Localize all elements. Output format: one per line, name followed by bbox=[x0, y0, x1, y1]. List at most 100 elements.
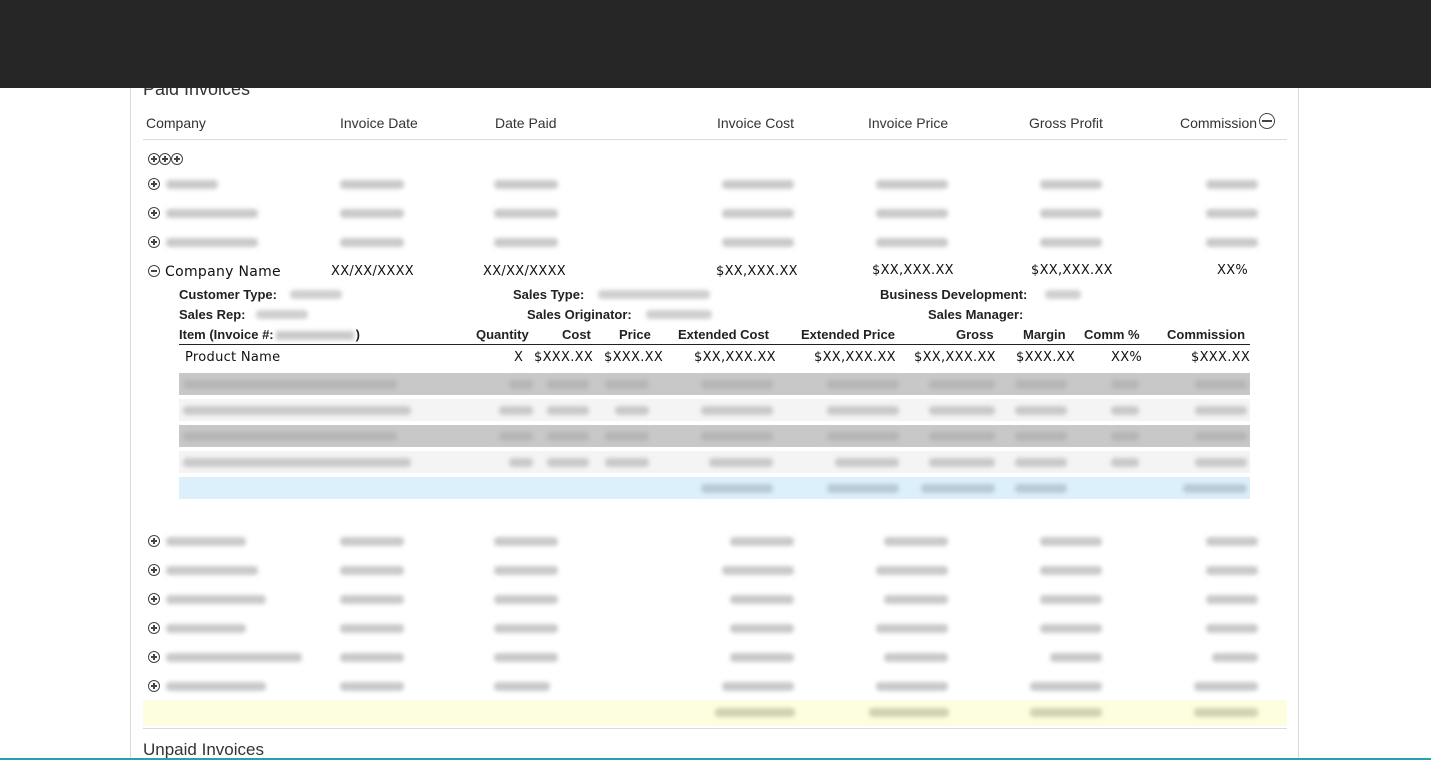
redacted-gross-profit bbox=[1040, 595, 1102, 604]
item-margin: $XXX.XX bbox=[1016, 350, 1076, 365]
redacted-cost bbox=[547, 380, 589, 389]
expand-row-icon[interactable] bbox=[148, 651, 160, 663]
item-commission: $XXX.XX bbox=[1191, 350, 1251, 365]
sales-manager-label: Sales Manager: bbox=[928, 307, 1024, 322]
redacted-extended-cost bbox=[701, 432, 773, 441]
redacted-extended-cost bbox=[701, 380, 773, 389]
redacted-date-paid bbox=[494, 653, 558, 662]
redacted-company bbox=[166, 566, 258, 575]
redacted-sales-originator bbox=[646, 310, 712, 319]
expand-row-icon[interactable] bbox=[148, 680, 160, 692]
redacted-extended-price bbox=[835, 458, 899, 467]
redacted-invoice-date bbox=[340, 238, 404, 247]
expanded-invoice-date: XX/XX/XXXX bbox=[331, 264, 415, 279]
col-header-invoice-cost[interactable]: Invoice Cost bbox=[717, 115, 794, 131]
redacted-commission bbox=[1206, 566, 1258, 575]
redacted-subtotal-gross bbox=[921, 484, 995, 493]
detail-item-row-shaded bbox=[179, 373, 1250, 395]
redacted-invoice-date bbox=[340, 624, 404, 633]
redacted-invoice-date bbox=[340, 537, 404, 546]
redacted-price bbox=[615, 406, 649, 415]
expand-row-icon[interactable] bbox=[148, 593, 160, 605]
expand-row-icon[interactable] bbox=[148, 178, 160, 190]
item-extended-cost: $XX,XXX.XX bbox=[694, 350, 776, 365]
redacted-invoice-price bbox=[876, 238, 948, 247]
expand-all-icon-3[interactable] bbox=[171, 153, 183, 165]
expand-row-icon[interactable] bbox=[148, 564, 160, 576]
redacted-commission bbox=[1206, 624, 1258, 633]
redacted-cost bbox=[547, 406, 589, 415]
expand-all-icon-2[interactable] bbox=[159, 153, 171, 165]
expanded-company-name: Company Name bbox=[165, 264, 281, 280]
detail-header-divider bbox=[179, 344, 1250, 345]
detail-col-margin: Margin bbox=[1023, 327, 1066, 342]
redacted-date-paid bbox=[494, 566, 558, 575]
redacted-invoice-cost bbox=[722, 209, 794, 218]
redacted-gross bbox=[929, 380, 995, 389]
redacted-invoice-price bbox=[876, 209, 948, 218]
redacted-total-gross-profit bbox=[1030, 708, 1102, 717]
redacted-company bbox=[166, 595, 266, 604]
redacted-date-paid bbox=[494, 209, 558, 218]
redacted-date-paid bbox=[494, 595, 558, 604]
redacted-commission bbox=[1206, 537, 1258, 546]
redacted-cost bbox=[547, 458, 589, 467]
redacted-quantity bbox=[499, 432, 533, 441]
item-comm-pct: XX% bbox=[1111, 350, 1143, 365]
redacted-extended-cost bbox=[701, 406, 773, 415]
redacted-company bbox=[166, 238, 258, 247]
redacted-item bbox=[183, 432, 397, 441]
detail-item-row bbox=[179, 451, 1250, 473]
invoice-panel bbox=[130, 88, 1299, 760]
unpaid-invoices-title: Unpaid Invoices bbox=[143, 740, 264, 759]
col-header-invoice-date[interactable]: Invoice Date bbox=[340, 115, 418, 131]
collapse-row-icon[interactable] bbox=[148, 265, 160, 277]
top-app-bar bbox=[0, 0, 1431, 88]
redacted-invoice-price bbox=[876, 624, 948, 633]
redacted-gross bbox=[929, 458, 995, 467]
sales-originator-label: Sales Originator: bbox=[527, 307, 632, 322]
redacted-gross-profit bbox=[1040, 624, 1102, 633]
redacted-date-paid bbox=[494, 180, 558, 189]
customer-type-label: Customer Type: bbox=[179, 287, 277, 302]
redacted-subtotal-ext-cost bbox=[701, 484, 773, 493]
expanded-invoice-cost: $XX,XXX.XX bbox=[716, 264, 798, 279]
redacted-extended-price bbox=[827, 380, 899, 389]
redacted-gross-profit bbox=[1040, 209, 1102, 218]
expand-row-icon[interactable] bbox=[148, 236, 160, 248]
redacted-sales-rep bbox=[256, 310, 308, 319]
redacted-gross-profit bbox=[1030, 682, 1102, 691]
redacted-gross-profit bbox=[1040, 566, 1102, 575]
redacted-commission bbox=[1206, 238, 1258, 247]
redacted-quantity bbox=[509, 458, 533, 467]
redacted-date-paid bbox=[494, 682, 550, 691]
col-header-gross-profit[interactable]: Gross Profit bbox=[1029, 115, 1103, 131]
col-header-date-paid[interactable]: Date Paid bbox=[495, 115, 556, 131]
redacted-invoice-cost bbox=[730, 653, 794, 662]
item-cost: $XXX.XX bbox=[534, 350, 594, 365]
col-header-company[interactable]: Company bbox=[146, 115, 206, 131]
redacted-subtotal-commission bbox=[1183, 484, 1247, 493]
redacted-gross bbox=[929, 432, 995, 441]
detail-col-extended-cost: Extended Cost bbox=[678, 327, 770, 342]
collapse-commission-icon[interactable] bbox=[1259, 113, 1275, 129]
redacted-item bbox=[183, 406, 411, 415]
col-header-commission[interactable]: Commission bbox=[1180, 115, 1257, 131]
redacted-invoice-cost bbox=[722, 238, 794, 247]
item-name: Product Name bbox=[185, 350, 281, 365]
redacted-cost bbox=[547, 432, 589, 441]
redacted-customer-type bbox=[290, 290, 342, 299]
item-price: $XXX.XX bbox=[604, 350, 664, 365]
redacted-invoice-price bbox=[884, 537, 948, 546]
expand-row-icon[interactable] bbox=[148, 207, 160, 219]
redacted-company bbox=[166, 682, 266, 691]
expand-row-icon[interactable] bbox=[148, 622, 160, 634]
redacted-commission bbox=[1206, 595, 1258, 604]
expand-row-icon[interactable] bbox=[148, 535, 160, 547]
col-header-invoice-price[interactable]: Invoice Price bbox=[868, 115, 948, 131]
redacted-subtotal-margin bbox=[1015, 484, 1067, 493]
redacted-invoice-date bbox=[340, 209, 404, 218]
redacted-company bbox=[166, 209, 258, 218]
redacted-invoice-price bbox=[876, 180, 948, 189]
sales-type-label: Sales Type: bbox=[513, 287, 585, 302]
